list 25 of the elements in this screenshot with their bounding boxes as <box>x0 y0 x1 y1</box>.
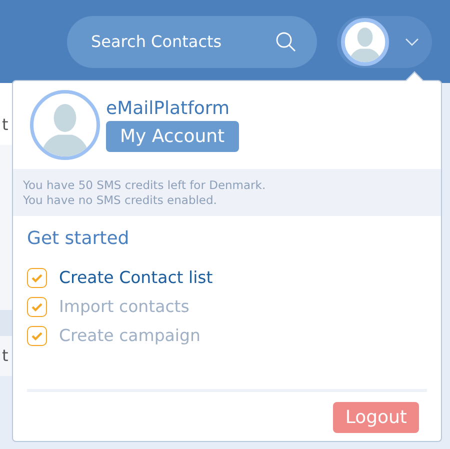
profile-avatar-icon <box>30 90 100 160</box>
my-account-button[interactable]: My Account <box>106 121 239 152</box>
credits-text: You have no SMS credits enabled. <box>23 193 218 208</box>
checkmark-icon <box>31 302 43 312</box>
table-header-strip <box>0 310 12 336</box>
logout-button[interactable]: Logout <box>333 402 419 433</box>
search-bar[interactable]: Search Contacts <box>67 16 317 68</box>
step-link[interactable]: Import contacts <box>27 294 427 319</box>
user-menu-button[interactable] <box>337 16 432 68</box>
search-icon[interactable] <box>275 30 297 52</box>
credits-text: You have 50 SMS credits left for Denmark. <box>23 178 267 193</box>
search-input[interactable]: Search Contacts <box>89 31 275 52</box>
avatar-icon <box>341 18 389 66</box>
checkbox[interactable] <box>27 326 47 346</box>
checkbox[interactable] <box>27 296 47 316</box>
checkbox[interactable] <box>27 268 47 288</box>
step-link[interactable]: Create Contact list <box>27 265 427 290</box>
checkmark-icon <box>31 272 43 282</box>
account-name: eMailPlatform <box>106 98 230 119</box>
page-text: t <box>0 336 12 376</box>
page-text: t <box>0 105 12 145</box>
checkmark-icon <box>31 330 43 340</box>
step-link[interactable]: Create campaign <box>27 323 427 348</box>
section-title: Get started <box>27 228 130 249</box>
chevron-down-icon <box>405 38 419 46</box>
